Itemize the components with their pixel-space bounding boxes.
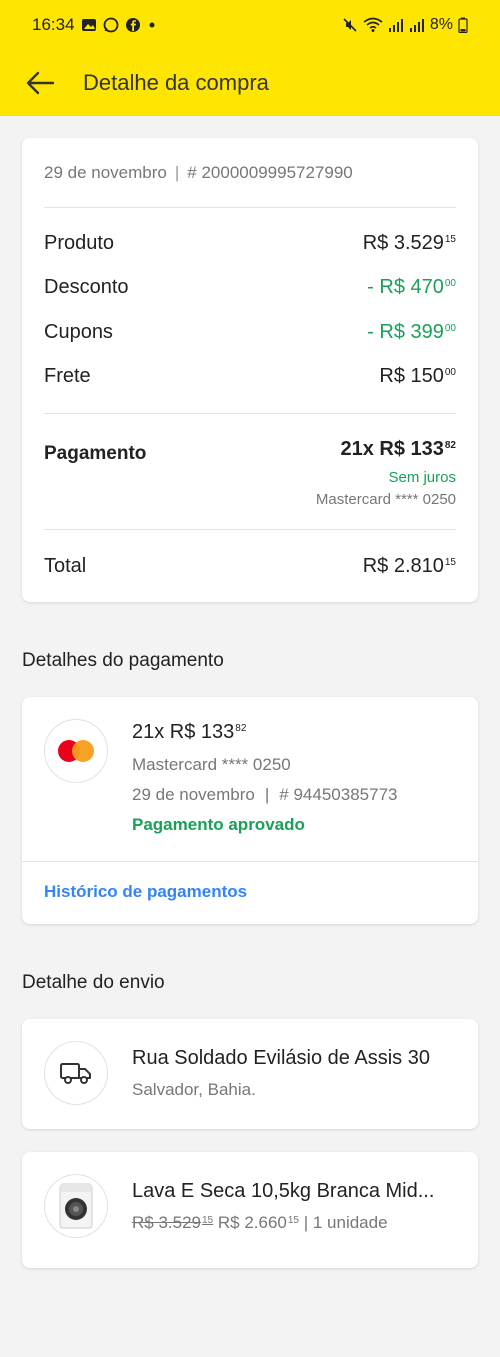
signal-icon [388,17,404,33]
dot-icon [147,20,157,30]
whatsapp-icon [103,17,119,33]
payment-history-link[interactable]: Histórico de pagamentos [44,882,247,902]
mute-icon [342,17,358,33]
payment-details-card: 21x R$ 13382 Mastercard **** 0250 29 de … [22,697,478,924]
order-number: # 2000009995727990 [187,163,353,182]
page-title: Detalhe da compra [83,70,269,95]
battery-percent: 8% [429,16,453,33]
payment-installments: 21x R$ 13382 [340,438,456,460]
app-bar: Detalhe da compra [0,50,500,116]
line-label: Desconto [44,276,129,298]
washer-dryer-image [44,1174,108,1238]
total-label: Total [44,555,87,577]
payment-interest: Sem juros [388,469,456,486]
payment-info: 21x R$ 13382 Mastercard **** 0250 29 de … [132,721,397,835]
order-header: 29 de novembro | # 2000009995727990 [44,163,353,183]
line-label: Frete [44,365,91,387]
product-name: Lava E Seca 10,5kg Branca Mid... [132,1180,435,1202]
line-desconto: Desconto - R$ 47000 [44,276,456,299]
payment-details-card: Mastercard **** 0250 [132,755,291,774]
product-info: Lava E Seca 10,5kg Branca Mid... R$ 3.52… [132,1180,434,1233]
signal-icon [409,17,425,33]
payment-details-title: Detalhes do pagamento [22,650,224,671]
divider [44,413,456,414]
shipping-address: Rua Soldado Evilásio de Assis 30 [132,1047,430,1069]
order-separator: | [174,163,180,182]
line-value: - R$ 39900 [367,321,456,343]
wifi-icon [363,17,383,33]
order-date: 29 de novembro [44,163,167,182]
shipping-address-info: Rua Soldado Evilásio de Assis 30 Salvado… [132,1047,430,1100]
product-price: R$ 2.66015 [217,1213,299,1232]
line-value: R$ 3.52915 [362,232,456,254]
line-value: R$ 15000 [379,365,456,387]
shipping-details-title: Detalhe do envio [22,972,165,993]
divider [44,207,456,208]
status-time: 16:34 [32,15,75,34]
payment-details-meta: 29 de novembro | # 94450385773 [132,785,398,804]
line-total: Total R$ 2.81015 [44,555,456,578]
line-produto: Produto R$ 3.52915 [44,232,456,255]
product-old-price: R$ 3.52915 [132,1213,214,1232]
total-value: R$ 2.81015 [362,555,456,577]
status-bar: 16:34 8% [0,0,500,50]
line-label: Cupons [44,321,113,343]
line-label: Produto [44,232,115,254]
divider [22,861,478,862]
truck-icon [44,1041,108,1105]
payment-card: Mastercard **** 0250 [315,491,456,508]
order-summary-card: 29 de novembro | # 2000009995727990 Produt… [22,138,478,602]
product-card[interactable]: Lava E Seca 10,5kg Branca Mid... R$ 3.52… [22,1152,478,1268]
product-quantity: | 1 unidade [303,1213,388,1232]
battery-icon [458,17,468,33]
line-value: - R$ 47000 [367,276,456,298]
shipping-city: Salvador, Bahia. [132,1080,256,1099]
mastercard-icon [44,719,108,783]
facebook-icon [125,17,141,33]
product-price-line: R$ 3.52915 R$ 2.66015 | 1 unidade [132,1213,434,1233]
divider [44,529,456,530]
back-button[interactable] [0,50,80,116]
line-frete: Frete R$ 15000 [44,365,456,388]
payment-details-installments: 21x R$ 13382 [132,721,247,743]
shipping-address-card: Rua Soldado Evilásio de Assis 30 Salvado… [22,1019,478,1129]
payment-status: Pagamento aprovado [132,815,305,834]
line-cupons: Cupons - R$ 39900 [44,321,456,344]
back-arrow-icon [26,71,55,95]
gallery-icon [81,17,97,33]
payment-label: Pagamento [44,443,147,464]
